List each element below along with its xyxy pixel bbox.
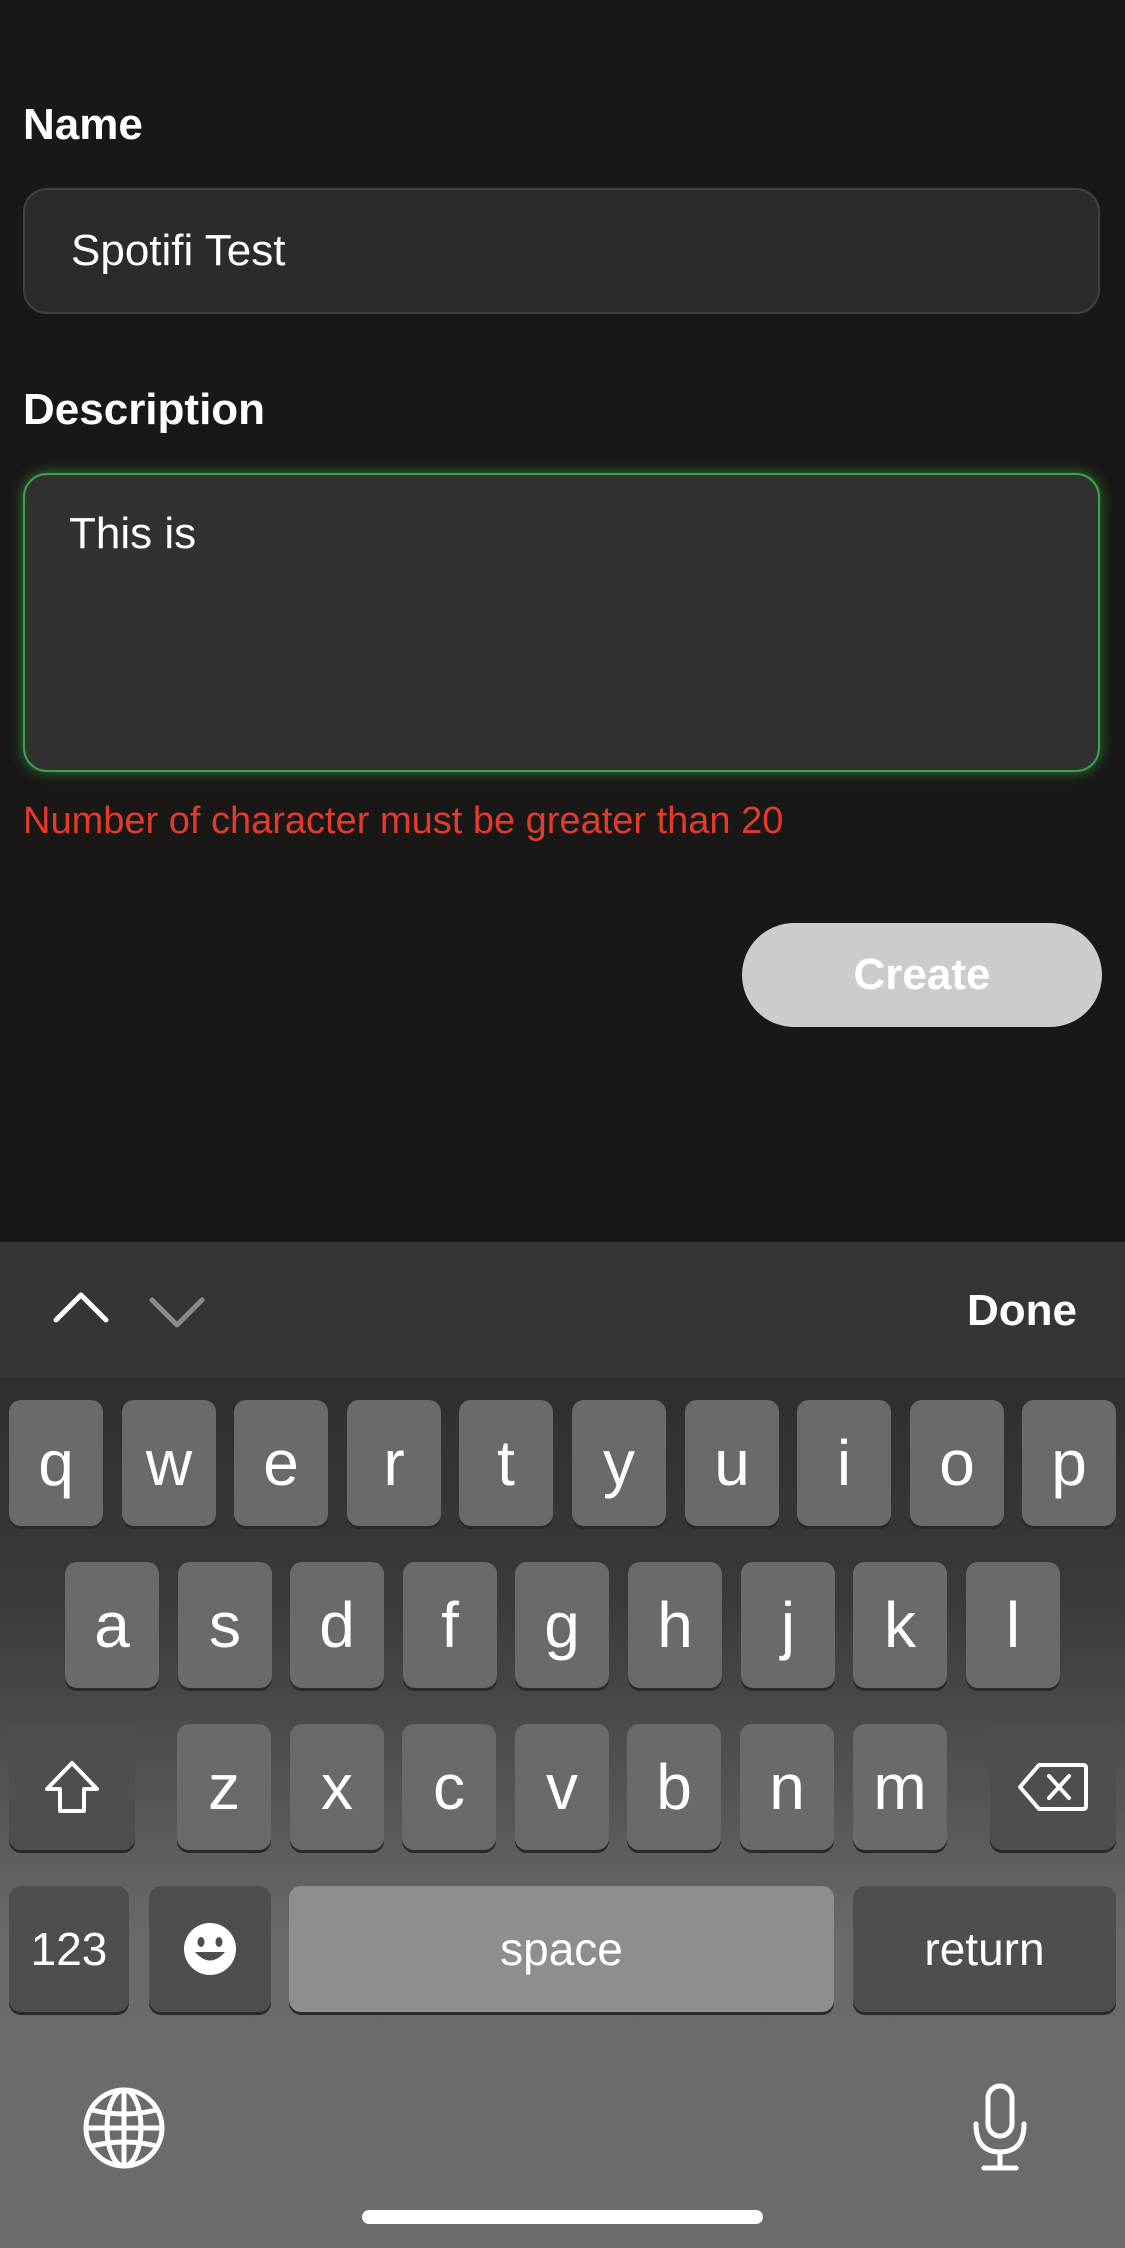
create-playlist-screen: Name Spotifi Test Description This is Nu… (0, 0, 1125, 2248)
home-indicator (362, 2210, 763, 2224)
key-r[interactable]: r (347, 1400, 441, 1526)
key-g[interactable]: g (515, 1562, 609, 1688)
key-v[interactable]: v (515, 1724, 609, 1850)
key-m[interactable]: m (853, 1724, 947, 1850)
done-button[interactable]: Done (967, 1286, 1077, 1336)
key-f[interactable]: f (403, 1562, 497, 1688)
key-x[interactable]: x (290, 1724, 384, 1850)
chevron-up-icon[interactable] (52, 1280, 110, 1340)
name-input-value: Spotifi Test (71, 226, 286, 275)
key-i[interactable]: i (797, 1400, 891, 1526)
description-textarea[interactable]: This is (23, 473, 1100, 772)
name-input[interactable]: Spotifi Test (23, 188, 1100, 314)
shift-key[interactable] (9, 1724, 135, 1850)
description-value: This is (69, 509, 197, 558)
key-k[interactable]: k (853, 1562, 947, 1688)
key-c[interactable]: c (402, 1724, 496, 1850)
return-key[interactable]: return (853, 1886, 1116, 2012)
globe-icon[interactable] (82, 2086, 166, 2170)
key-q[interactable]: q (9, 1400, 103, 1526)
key-h[interactable]: h (628, 1562, 722, 1688)
chevron-down-icon[interactable] (148, 1280, 206, 1340)
backspace-icon (1018, 1763, 1088, 1811)
keyboard: 123 space return qwertyuiop a s d f g h j… (0, 1378, 1125, 2248)
shift-icon (45, 1761, 99, 1813)
key-d[interactable]: d (290, 1562, 384, 1688)
key-j[interactable]: j (741, 1562, 835, 1688)
microphone-icon[interactable] (968, 2082, 1032, 2174)
emoji-icon (184, 1923, 236, 1975)
key-n[interactable]: n (740, 1724, 834, 1850)
name-label: Name (23, 100, 143, 149)
description-label: Description (23, 385, 266, 434)
key-p[interactable]: p (1022, 1400, 1116, 1526)
key-u[interactable]: u (685, 1400, 779, 1526)
space-key[interactable]: space (289, 1886, 834, 2012)
numbers-key[interactable]: 123 (9, 1886, 129, 2012)
description-error-message: Number of character must be greater than… (23, 800, 784, 842)
create-button[interactable]: Create (742, 923, 1102, 1027)
emoji-key[interactable] (149, 1886, 271, 2012)
key-t[interactable]: t (459, 1400, 553, 1526)
key-w[interactable]: w (122, 1400, 216, 1526)
delete-key[interactable] (990, 1724, 1116, 1850)
keyboard-toolbar: Done (0, 1242, 1125, 1378)
key-o[interactable]: o (910, 1400, 1004, 1526)
key-a[interactable]: a (65, 1562, 159, 1688)
key-s[interactable]: s (178, 1562, 272, 1688)
key-y[interactable]: y (572, 1400, 666, 1526)
key-e[interactable]: e (234, 1400, 328, 1526)
key-b[interactable]: b (627, 1724, 721, 1850)
key-l[interactable]: l (966, 1562, 1060, 1688)
key-z[interactable]: z (177, 1724, 271, 1850)
